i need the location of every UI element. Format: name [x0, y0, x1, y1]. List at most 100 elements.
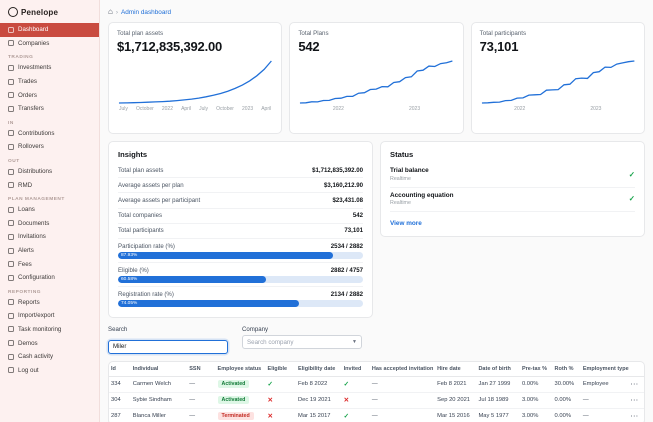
cell-invited: ✓ — [341, 376, 370, 393]
sidebar-item-documents[interactable]: Documents — [0, 217, 99, 231]
insight-value: 73,101 — [344, 227, 363, 235]
sidebar: Penelope Dashboard Companies TRADING Invest… — [0, 0, 100, 422]
sidebar-item-trades[interactable]: Trades — [0, 75, 99, 89]
insight-value: $23,431.08 — [332, 196, 364, 204]
search-field: Search — [108, 326, 228, 354]
x-tick-label: July — [199, 106, 209, 112]
reports-icon — [8, 299, 14, 306]
sidebar-item-rollovers[interactable]: Rollovers — [0, 140, 99, 154]
stat-card-chart — [298, 57, 454, 105]
cell-pre-tax: 3.00% — [519, 392, 553, 409]
sidebar-item-label: Contributions — [18, 129, 55, 137]
row-actions-button[interactable]: ··· — [631, 397, 639, 404]
status-item-text: Trial balance Realtime — [390, 167, 429, 182]
company-select-placeholder: Search company — [247, 338, 294, 346]
table-body: 334 Carmen Welch — Activated ✓ Feb 8 2022 ✓ — Fe… — [109, 376, 644, 422]
breadcrumb-current[interactable]: Admin dashboard — [121, 9, 171, 16]
stat-cards: Total plan assets $1,712,835,392.00 July Oc… — [108, 22, 645, 134]
search-label: Search — [108, 325, 128, 333]
sidebar-item-label: Documents — [18, 219, 50, 227]
column-header-eligible: Eligible — [265, 361, 296, 377]
sidebar-item-configuration[interactable]: Configuration — [0, 271, 99, 285]
home-icon[interactable]: ⌂ — [108, 8, 113, 16]
sidebar-item-orders[interactable]: Orders — [0, 88, 99, 102]
progress-bar-track: 87.93% — [118, 251, 363, 259]
sidebar-item-rmd[interactable]: RMD — [0, 178, 99, 192]
status-item-trial-balance: Trial balance Realtime ✓ — [390, 163, 635, 188]
row-actions-button[interactable]: ··· — [631, 381, 639, 388]
logo: Penelope — [0, 5, 99, 23]
x-tick-label: 2023 — [409, 106, 421, 112]
company-select[interactable]: Search company ▼ — [242, 335, 362, 349]
insight-value: 542 — [352, 212, 363, 220]
sidebar-item-fees[interactable]: Fees — [0, 257, 99, 271]
status-card: Status Trial balance Realtime ✓ Accounting … — [380, 141, 645, 237]
cross-icon: ✕ — [267, 397, 273, 405]
view-more-link[interactable]: View more — [390, 220, 422, 227]
table-header-row: Id Individual SSN Employee status Eligible El… — [109, 361, 644, 377]
stat-card-title: Total plan assets — [117, 30, 164, 37]
app: Penelope Dashboard Companies TRADING Invest… — [0, 0, 653, 422]
sidebar-item-investments[interactable]: Investments — [0, 61, 99, 75]
alerts-icon — [8, 247, 14, 254]
sidebar-section-reporting: REPORTING — [8, 289, 42, 295]
status-item-title: Trial balance — [390, 167, 429, 174]
cell-employment-type: Employee — [580, 376, 629, 393]
cell-has-accepted-invitation: — — [371, 413, 378, 420]
dashboard-icon — [8, 26, 14, 33]
insight-progress-top: Participation rate (%) 2534 / 2882 — [118, 243, 363, 250]
cell-employment-type: — — [580, 392, 629, 409]
stat-card-total-participants: Total participants 73,101 2022 2023 — [470, 22, 645, 134]
insight-row-registration-rate: Registration rate (%) 2134 / 2882 74.05% — [118, 287, 363, 310]
table-row: 334 Carmen Welch — Activated ✓ Feb 8 2022 ✓ — Fe… — [109, 376, 644, 393]
sidebar-section-trading: TRADING — [8, 55, 34, 61]
cell-roth: 30.00% — [552, 376, 581, 393]
sidebar-item-distributions[interactable]: Distributions — [0, 165, 99, 179]
status-badge: Activated — [217, 396, 250, 405]
cell-individual: Carmen Welch — [130, 376, 188, 393]
sidebar-item-companies[interactable]: Companies — [0, 37, 99, 51]
progress-bar-fill: 74.05% — [118, 299, 300, 307]
insights-rows: Total plan assets $1,712,835,392.00 Averag… — [118, 163, 363, 311]
cross-icon: ✕ — [267, 413, 273, 421]
participants-table-card: Id Individual SSN Employee status Eligible El… — [108, 360, 645, 422]
companies-icon — [8, 40, 14, 47]
cell-date-of-birth: Jan 27 1999 — [476, 376, 520, 393]
sidebar-item-dashboard[interactable]: Dashboard — [0, 23, 99, 37]
contributions-icon — [8, 130, 14, 137]
transfers-icon — [8, 105, 14, 112]
cell-eligibility-date: Mar 15 2017 — [297, 413, 331, 420]
sidebar-item-task-monitoring[interactable]: Task monitoring — [0, 323, 99, 337]
sidebar-item-log-out[interactable]: Log out — [0, 363, 99, 377]
demos-icon — [8, 340, 14, 347]
status-item-text: Accounting equation Realtime — [390, 192, 454, 207]
progress-bar-track: 74.05% — [118, 299, 363, 307]
insight-progress-top: Eligible (%) 2882 / 4757 — [118, 267, 363, 274]
sidebar-item-import-export[interactable]: Import/export — [0, 309, 99, 323]
x-tick-label: 2022 — [332, 106, 344, 112]
x-tick-label: 2023 — [242, 106, 254, 112]
sidebar-item-contributions[interactable]: Contributions — [0, 127, 99, 141]
insight-label: Total plan assets — [118, 166, 164, 174]
sidebar-item-loans[interactable]: Loans — [0, 203, 99, 217]
sidebar-item-invitations[interactable]: Invitations — [0, 230, 99, 244]
cell-actions: ··· — [628, 392, 644, 409]
insight-label: Average assets per participant — [118, 196, 201, 204]
sidebar-section-plan-management: PLAN MANAGEMENT — [8, 196, 65, 202]
sidebar-item-reports[interactable]: Reports — [0, 296, 99, 310]
row-actions-button[interactable]: ··· — [631, 413, 639, 420]
sidebar-item-alerts[interactable]: Alerts — [0, 244, 99, 258]
cell-eligibility-date: Feb 8 2022 — [295, 376, 342, 393]
sidebar-item-demos[interactable]: Demos — [0, 336, 99, 350]
chevron-down-icon: ▼ — [352, 339, 357, 345]
investments-icon — [8, 64, 14, 71]
cell-date-of-birth: May 5 1977 — [478, 413, 509, 420]
sidebar-item-transfers[interactable]: Transfers — [0, 102, 99, 116]
mid-row: Insights Total plan assets $1,712,835,392… — [108, 141, 645, 318]
insight-row-total-companies: Total companies 542 — [118, 209, 363, 224]
search-input[interactable] — [108, 339, 228, 354]
sidebar-item-label: Cash activity — [18, 353, 54, 361]
sidebar-item-label: Demos — [18, 339, 38, 347]
check-icon: ✓ — [343, 413, 350, 421]
sidebar-item-cash-activity[interactable]: Cash activity — [0, 350, 99, 364]
